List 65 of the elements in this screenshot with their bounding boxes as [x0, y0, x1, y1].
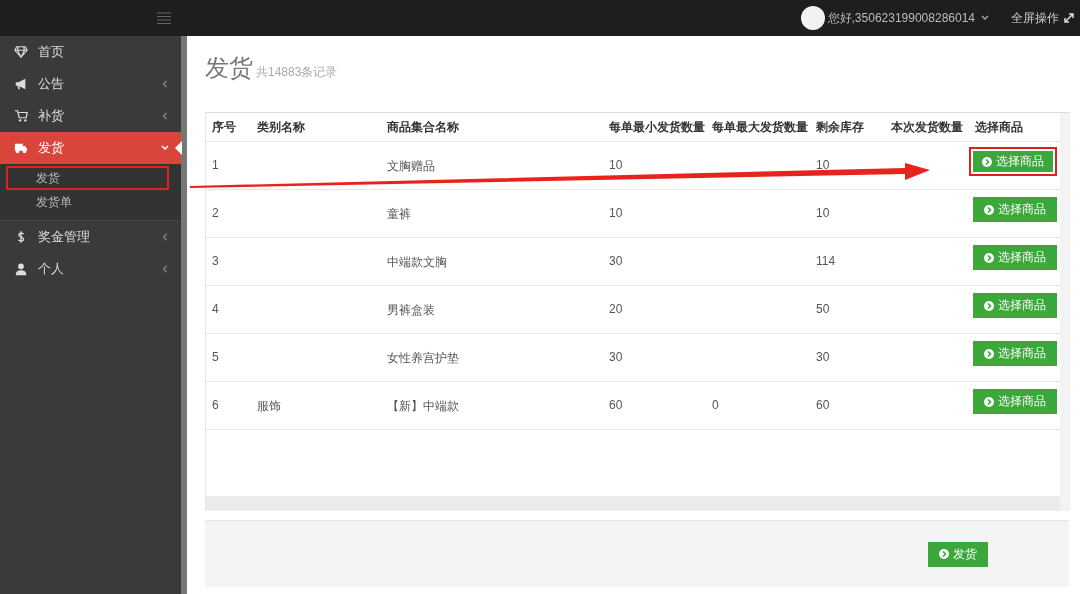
record-count: 共14883条记录 [256, 64, 338, 81]
table-cell-text: 10 [815, 157, 831, 172]
sidebar-item[interactable]: 奖金管理 [0, 221, 182, 253]
column-header: 本次发货数量 [890, 118, 964, 136]
table-cell-text: 【新】中端款 [386, 398, 460, 415]
table-cell-text: 114 [815, 253, 837, 268]
bullhorn-icon [14, 77, 28, 91]
column-header: 选择商品 [974, 118, 1024, 136]
truck-icon [14, 141, 28, 155]
sidebar-item[interactable]: 补货 [0, 100, 182, 132]
table-cell-text: 0 [711, 397, 720, 412]
table-cell-text: 30 [608, 349, 624, 364]
sidebar-item[interactable]: 公告 [0, 68, 182, 100]
table-cell-text: 5 [211, 349, 220, 364]
page-title: 发货 [205, 53, 253, 83]
table-cell-text: 女性养宫护垫 [386, 350, 460, 367]
horizontal-scrollbar[interactable] [206, 496, 1060, 511]
menu-icon[interactable] [157, 12, 171, 24]
table-cell-text: 3 [211, 253, 220, 268]
table-cell-text: 10 [815, 205, 831, 220]
table-cell-text: 30 [815, 349, 831, 364]
expand-icon[interactable] [1064, 13, 1074, 23]
table-cell-text: 中端款文胸 [386, 254, 448, 271]
table-cell-text: 服饰 [256, 398, 282, 415]
column-header: 每单最小发货数量 [608, 118, 706, 136]
circle-arrow-icon [984, 204, 994, 215]
table-cell-text: 童裤 [386, 206, 412, 223]
table-cell-text: 男裤盒装 [386, 302, 436, 319]
fullscreen-link[interactable]: 全屏操作 [1011, 9, 1059, 27]
table-cell-text: 10 [608, 157, 624, 172]
table-cell-text: 2 [211, 205, 220, 220]
circle-arrow-icon [982, 156, 992, 167]
circle-arrow-icon [984, 348, 994, 359]
caret-icon[interactable] [981, 15, 989, 21]
vertical-scrollbar[interactable] [1060, 113, 1070, 511]
column-header: 每单最大发货数量 [711, 118, 809, 136]
column-header: 剩余库存 [815, 118, 865, 136]
sidebar-item[interactable]: 个人 [0, 253, 182, 285]
table-cell-text: 10 [608, 205, 624, 220]
circle-arrow-icon [939, 549, 949, 559]
sidebar-item[interactable]: 发货 [0, 132, 182, 164]
user-greeting[interactable]: 您好,350623199008286014 [827, 9, 975, 27]
table-cell-text: 60 [608, 397, 624, 412]
diamond-icon [14, 45, 28, 59]
submenu-item[interactable]: 发货单 [6, 190, 170, 214]
cart-icon [14, 109, 28, 123]
table-cell-text: 6 [211, 397, 220, 412]
table-cell-text: 1 [211, 157, 220, 172]
submenu-item[interactable]: 发货 [6, 166, 170, 190]
user-icon [14, 262, 28, 276]
table-cell-text: 50 [815, 301, 831, 316]
column-header: 类别名称 [256, 118, 306, 136]
circle-arrow-icon [984, 396, 994, 407]
sidebar-scrollbar[interactable] [181, 36, 187, 594]
circle-arrow-icon [984, 252, 994, 263]
table-cell-text: 文胸赠品 [386, 158, 436, 175]
column-header: 序号 [211, 118, 237, 136]
table-cell-text: 60 [815, 397, 831, 412]
sidebar-item[interactable]: 首页 [0, 36, 182, 68]
table-cell-text: 20 [608, 301, 624, 316]
circle-arrow-icon [984, 300, 994, 311]
column-header: 商品集合名称 [386, 118, 460, 136]
avatar[interactable] [800, 6, 825, 30]
table-cell-text: 4 [211, 301, 220, 316]
table-cell-text: 30 [608, 253, 624, 268]
